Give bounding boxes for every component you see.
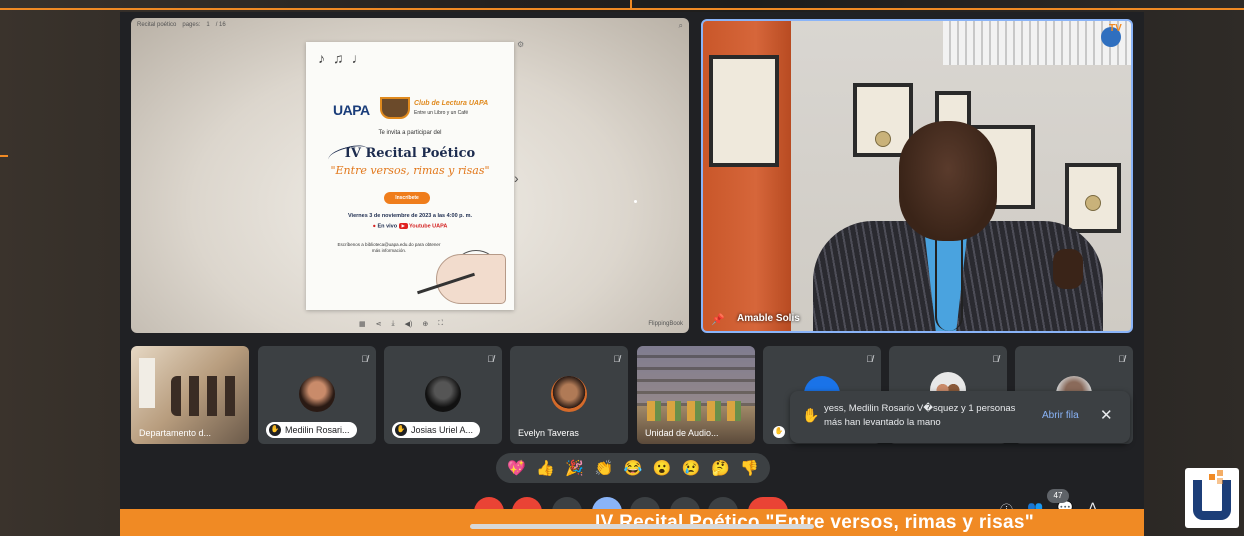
participant-tile[interactable]: Departamento d... [131, 346, 249, 444]
active-speaker-tile[interactable]: TV 📌 Amable Solis [701, 19, 1133, 333]
reaction-heart[interactable]: 💖 [507, 459, 526, 477]
pin-icon[interactable]: 📌 [711, 313, 725, 326]
frame-accent-line [0, 155, 8, 157]
participant-name: Departamento d... [139, 428, 212, 438]
reaction-laugh[interactable]: 😂 [624, 459, 643, 477]
mic-off-icon: 🎙̸ [1118, 354, 1125, 364]
participant-tile[interactable]: Unidad de Audio... [637, 346, 755, 444]
avatar [551, 376, 587, 412]
raised-hand-icon: ✋ [395, 424, 407, 436]
presentation-title: Recital poético [137, 22, 177, 28]
reaction-thumbs-up[interactable]: 👍 [536, 459, 555, 477]
flyer-subtitle: "Entre versos, rimas y risas" [330, 164, 490, 177]
reactions-bar: 💖 👍 🎉 👏 😂 😮 😢 🤔 👎 [496, 453, 770, 483]
mic-off-icon: 🎙̸ [361, 354, 368, 364]
notification-message: yess, Medilin Rosario V�squez y 1 person… [824, 403, 1016, 428]
avatar [425, 376, 461, 412]
participant-name: Josias Uriel A... [411, 425, 474, 435]
reaction-clap[interactable]: 👏 [595, 459, 614, 477]
framed-certificate [709, 55, 779, 167]
mic-off-icon: 🎙̸ [866, 354, 873, 364]
participant-name-pill: ✋ Medilin Rosari... [266, 422, 357, 438]
live-channel: Youtube UAPA [409, 223, 448, 230]
flyer-title: IV Recital Poético [344, 146, 476, 161]
presentation-controls: ▦ ⋖ ⤓ ◀) ⊕ ⛶ [359, 320, 443, 328]
zoom-icon[interactable]: ⊕ [422, 320, 428, 328]
raised-hand-icon: ✋ [802, 407, 820, 423]
raised-hand-icon: ✋ [773, 426, 785, 438]
participant-name-pill: ✋ Josias Uriel A... [392, 422, 481, 438]
raised-hands-notification: ✋ yess, Medilin Rosario V�squez y 1 pers… [790, 391, 1130, 443]
sound-icon[interactable]: ◀) [405, 320, 413, 328]
participant-count-badge: 47 [1047, 489, 1069, 503]
banner-title: IV Recital Poético "Entre versos, rimas … [595, 512, 1035, 533]
settings-icon[interactable]: ⚙ [517, 40, 524, 49]
mic-off-icon: 🎙̸ [992, 354, 999, 364]
presentation-toolbar: Recital poético pages: 1 / 16 [137, 22, 226, 28]
cursor-dot [634, 200, 637, 203]
mic-off-icon: 🎙̸ [487, 354, 494, 364]
download-icon[interactable]: ⤓ [392, 320, 395, 328]
invite-text: Te invita a participar del [378, 130, 442, 136]
lower-third-banner: IV Recital Poético "Entre versos, rimas … [120, 509, 1144, 536]
club-title: Club de Lectura UAPA [414, 100, 489, 107]
participant-tile[interactable]: 🎙̸ Evelyn Taveras [510, 346, 628, 444]
live-tv-logo-icon: TV [1097, 23, 1127, 47]
speaker-head [899, 121, 997, 241]
contact-info: Escríbenos a biblioteca@uapa.edu.do para… [337, 242, 441, 253]
participant-tile[interactable]: 🎙̸ ✋ Josias Uriel A... [384, 346, 502, 444]
banner-stand [139, 358, 155, 408]
avatar [299, 376, 335, 412]
reaction-sad[interactable]: 😢 [682, 459, 701, 477]
writing-hand-illustration [436, 254, 506, 304]
search-icon[interactable]: ⌕ [679, 21, 683, 31]
frame-accent-line [0, 8, 630, 10]
page-current[interactable]: 1 [206, 22, 209, 28]
participant-name: Unidad de Audio... [645, 428, 719, 438]
live-prefix: En vivo [377, 223, 398, 230]
uapa-corner-logo-icon [1185, 468, 1239, 528]
table-items [647, 401, 747, 421]
share-icon[interactable]: ⋖ [376, 320, 382, 328]
reaction-thinking[interactable]: 🤔 [711, 459, 730, 477]
open-queue-button[interactable]: Abrir fila [1042, 410, 1079, 421]
music-notes-decoration: ♪♫♩ [318, 50, 374, 66]
flippingbook-brand[interactable]: FlippingBook [648, 321, 683, 327]
speaker-lanyard [935, 231, 963, 331]
club-subtitle: Entre un Libro y un Café [414, 110, 469, 116]
participant-name: Evelyn Taveras [518, 428, 579, 438]
speaker-name: Amable Solis [737, 313, 800, 324]
register-button[interactable]: Inscríbete [384, 192, 430, 204]
event-flyer: ♪♫♩ UAPA Club de Lectura UAPA Entre un L… [306, 42, 514, 310]
mic-off-icon: 🎙̸ [613, 354, 620, 364]
reaction-party[interactable]: 🎉 [565, 459, 584, 477]
next-page-chevron-icon[interactable]: › [514, 170, 519, 186]
live-info: ● En vivo ▶ Youtube UAPA [306, 223, 514, 229]
horizontal-scrollbar[interactable] [470, 524, 814, 529]
fullscreen-icon[interactable]: ⛶ [438, 320, 443, 328]
participant-name-pill: ✋ [773, 426, 785, 438]
pages-label: pages: [182, 22, 201, 28]
close-icon[interactable]: ✕ [1100, 406, 1113, 424]
live-dot-icon: ● [372, 223, 376, 230]
page-total: / 16 [215, 22, 226, 28]
uapa-logo: UAPA [333, 102, 370, 118]
participant-tile[interactable]: 🎙̸ ✋ Medilin Rosari... [258, 346, 376, 444]
reaction-thumbs-down[interactable]: 👎 [740, 459, 759, 477]
participant-name: Medilin Rosari... [285, 425, 350, 435]
medal-icon [1085, 195, 1101, 211]
presentation-tile[interactable]: Recital poético pages: 1 / 16 ⌕ ⚙ › ♪♫♩ … [131, 18, 689, 333]
youtube-icon: ▶ [398, 223, 408, 229]
raised-hand-icon: ✋ [269, 424, 281, 436]
frame-accent-line [632, 8, 1244, 10]
reaction-surprised[interactable]: 😮 [653, 459, 672, 477]
event-date: Viernes 3 de noviembre de 2023 a las 4:0… [347, 213, 473, 219]
bookshelves [637, 346, 755, 406]
grid-view-icon[interactable]: ▦ [359, 320, 366, 328]
speaker-hand [1053, 249, 1083, 289]
coffee-cup-logo-icon [380, 97, 410, 119]
medal-icon [875, 131, 891, 147]
room-participants [171, 376, 243, 416]
